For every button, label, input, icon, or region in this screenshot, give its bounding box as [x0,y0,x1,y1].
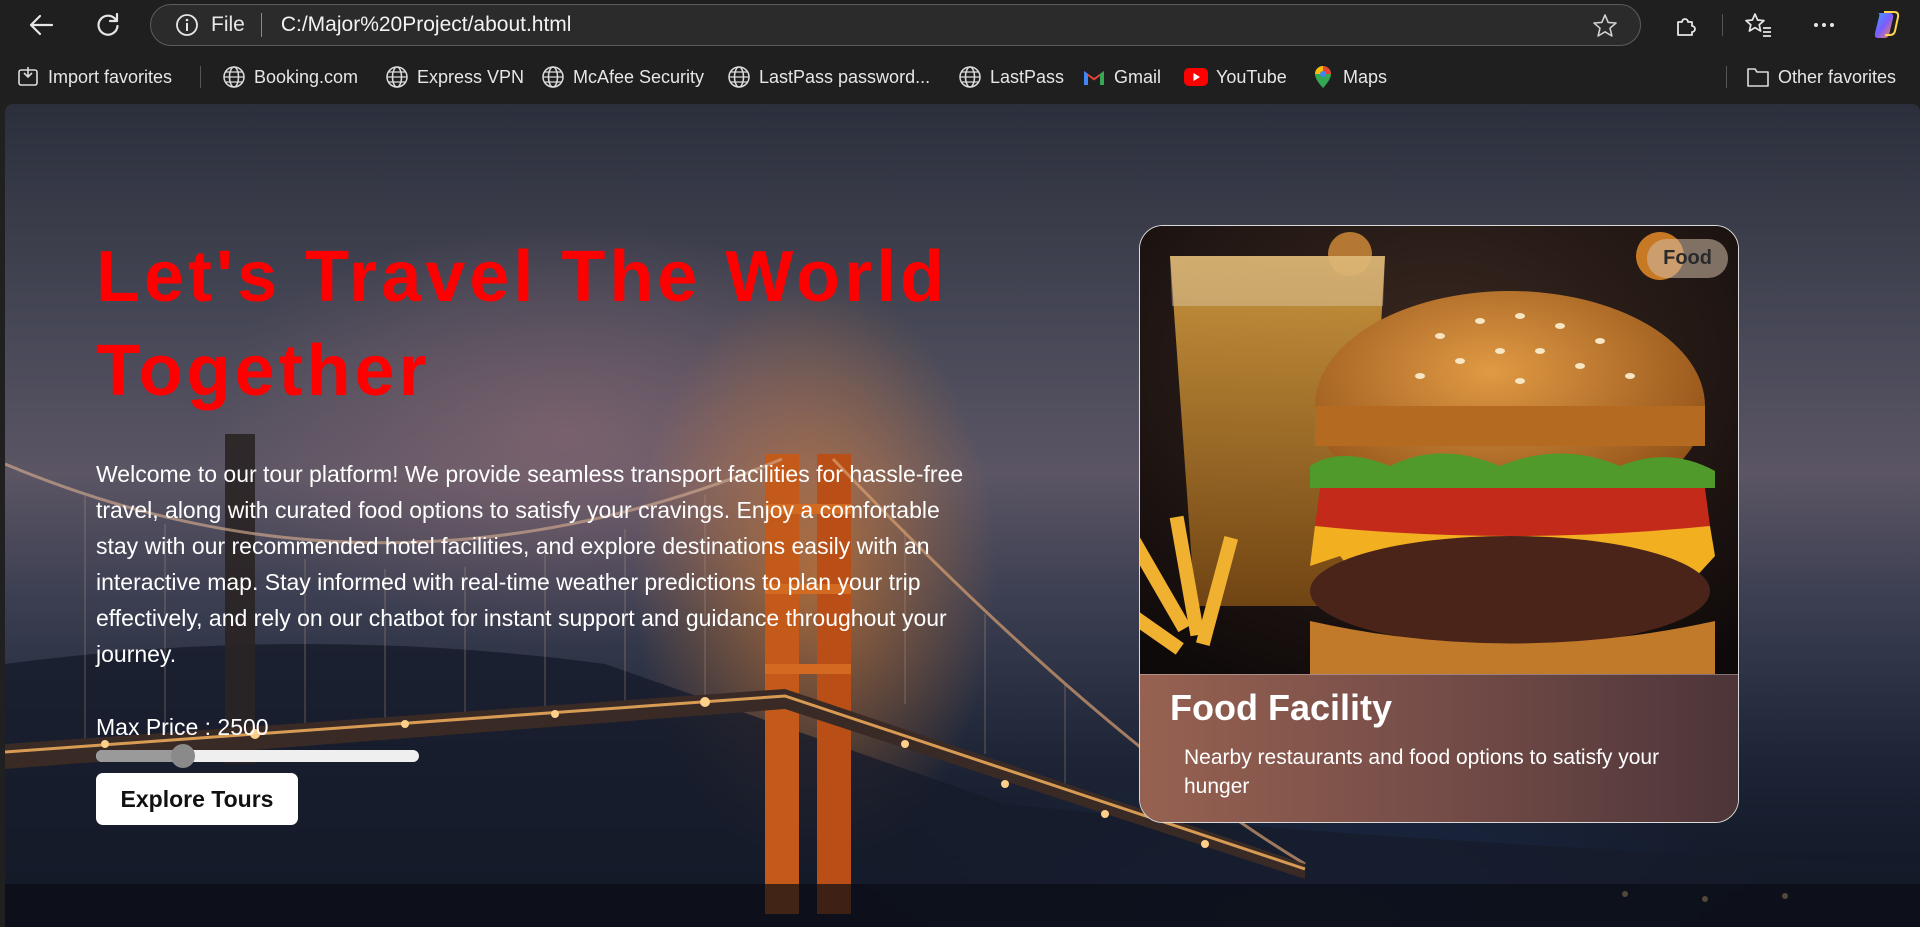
card-description: Nearby restaurants and food options to s… [1184,746,1660,798]
refresh-icon[interactable] [90,7,126,43]
globe-icon [385,65,409,89]
address-separator [260,13,262,37]
bookmark-label: McAfee Security [573,66,705,87]
slider-fill [96,750,184,762]
bookmark-express-vpn[interactable]: Express VPN [385,64,524,90]
gmail-icon [1082,65,1106,89]
url-text[interactable]: C:/Major%20Project/about.html [281,13,572,37]
bookmark-maps[interactable]: Maps [1311,64,1387,90]
toolbar-separator [1722,14,1723,36]
food-facility-card[interactable]: Food Food Facility Nearby restaurants an… [1139,225,1739,823]
globe-icon [727,65,751,89]
bookmark-label: Maps [1343,66,1388,87]
other-favorites[interactable]: Other favorites [1746,64,1896,90]
burger-image [1140,226,1738,674]
extensions-icon[interactable] [1670,9,1702,41]
back-icon[interactable] [23,7,59,43]
headline-line-2: Together [96,331,431,411]
globe-icon [541,65,565,89]
bookmark-youtube[interactable]: YouTube [1184,64,1287,90]
youtube-icon [1184,65,1208,89]
maps-pin-icon [1311,65,1335,89]
bookmark-label: Gmail [1114,66,1162,87]
bookmark-label: Import favorites [48,66,173,87]
bookmark-label: LastPass password... [759,66,931,87]
folder-icon [1746,65,1770,89]
globe-icon [222,65,246,89]
bookmark-label: YouTube [1216,66,1287,87]
bookmark-label: Booking.com [254,66,359,87]
card-caption: Food Facility Nearby restaurants and foo… [1140,674,1738,822]
max-price-label: Max Price : 2500 [96,714,269,740]
bookmarks-separator [1726,66,1727,88]
bookmark-label: Express VPN [417,66,525,87]
bookmark-label: LastPass [990,66,1065,87]
max-price-slider[interactable] [96,744,419,768]
more-options-icon[interactable] [1808,9,1840,41]
browser-toolbar: File C:/Major%20Project/about.html [0,0,1920,50]
file-scheme-label: File [211,13,245,36]
import-icon [16,65,40,89]
hero-intro-text: Welcome to our tour platform! We provide… [96,461,964,667]
bookmark-booking[interactable]: Booking.com [222,64,358,90]
address-bar[interactable]: File C:/Major%20Project/about.html [150,4,1641,46]
bookmark-import-favorites[interactable]: Import favorites [16,64,172,90]
copilot-icon[interactable] [1870,9,1902,41]
explore-tours-button[interactable]: Explore Tours [96,773,298,825]
bookmarks-bar: Import favorites Booking.com Express VPN… [0,50,1920,104]
hero-headline: Let's Travel The World Together [96,230,996,418]
card-title: Food Facility [1170,687,1393,728]
favorite-star-icon[interactable] [1592,13,1618,39]
bookmark-lastpass-password[interactable]: LastPass password... [727,64,930,90]
info-icon[interactable] [175,13,199,37]
globe-icon [958,65,982,89]
other-favorites-label: Other favorites [1778,66,1897,87]
bookmark-lastpass[interactable]: LastPass [958,64,1064,90]
category-badge: Food [1647,239,1728,278]
bookmark-mcafee[interactable]: McAfee Security [541,64,704,90]
page-viewport: Let's Travel The World Together Welcome … [5,104,1920,927]
bookmarks-separator [200,66,201,88]
favorites-icon[interactable] [1742,9,1774,41]
headline-line-1: Let's Travel The World [96,237,948,317]
bookmark-gmail[interactable]: Gmail [1082,64,1161,90]
